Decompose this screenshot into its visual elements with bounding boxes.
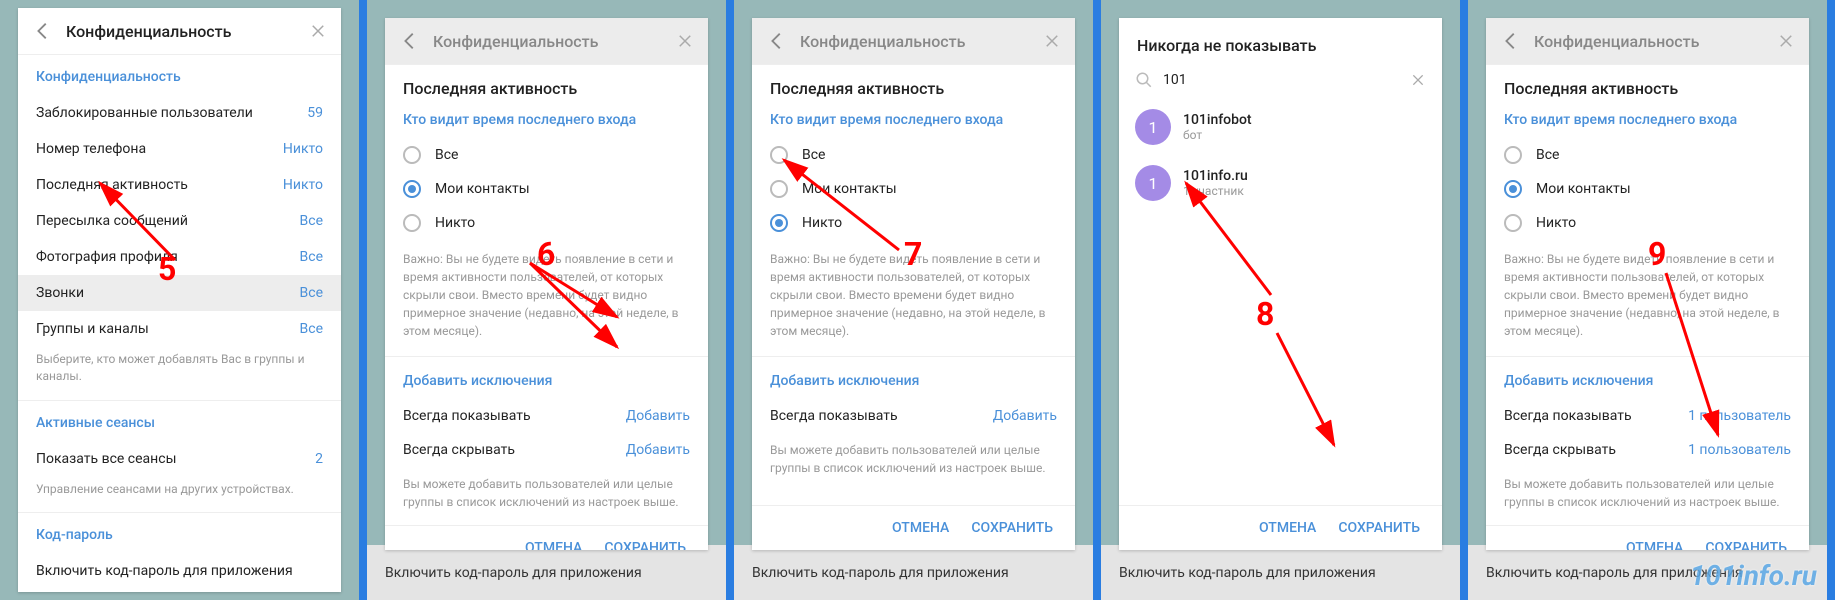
cancel-button[interactable]: ОТМЕНА	[1626, 540, 1683, 550]
close-icon[interactable]	[1777, 32, 1795, 50]
header-title: Конфиденциальность	[800, 32, 1043, 51]
search-row[interactable]: 101	[1119, 61, 1442, 99]
cancel-button[interactable]: ОТМЕНА	[1259, 520, 1316, 536]
row-always-hide[interactable]: Всегда скрыватьДобавить	[385, 433, 708, 467]
result-name: 101info.ru	[1183, 168, 1248, 184]
radio-contacts[interactable]: Мои контакты	[1486, 172, 1809, 206]
header-title: Конфиденциальность	[433, 32, 676, 51]
privacy-settings-panel: Конфиденциальность Конфиденциальность За…	[18, 8, 341, 592]
last-seen-panel: Конфиденциальность Последняя активность …	[1486, 18, 1809, 550]
search-result[interactable]: 1 101info.ru1 участник	[1119, 155, 1442, 211]
row-phone-number[interactable]: Номер телефонаНикто	[18, 131, 341, 167]
radio-nobody[interactable]: Никто	[385, 206, 708, 240]
privacy-note: Важно: Вы не будете видеть появление в с…	[752, 240, 1075, 357]
row-groups[interactable]: Группы и каналыВсе	[18, 311, 341, 347]
avatar: 1	[1135, 165, 1171, 201]
privacy-note: Важно: Вы не будете видеть появление в с…	[1486, 240, 1809, 357]
panel-header: Конфиденциальность	[385, 18, 708, 65]
row-last-seen[interactable]: Последняя активностьНикто	[18, 167, 341, 203]
exceptions-title: Добавить исключения	[385, 357, 708, 399]
avatar: 1	[1135, 109, 1171, 145]
section-privacy: Конфиденциальность	[18, 55, 341, 95]
back-icon[interactable]	[766, 30, 788, 52]
cancel-button[interactable]: ОТМЕНА	[892, 520, 949, 536]
radio-everybody[interactable]: Все	[1486, 138, 1809, 172]
result-sub: бот	[1183, 128, 1252, 142]
row-always-show[interactable]: Всегда показыватьДобавить	[752, 399, 1075, 433]
exceptions-note: Вы можете добавить пользователей или цел…	[752, 433, 1075, 491]
panel-header: Конфиденциальность	[1486, 18, 1809, 65]
row-blocked-users[interactable]: Заблокированные пользователи59	[18, 95, 341, 131]
exceptions-title: Добавить исключения	[752, 357, 1075, 399]
back-icon[interactable]	[1500, 30, 1522, 52]
sub-title: Последняя активность	[752, 65, 1075, 104]
radio-nobody[interactable]: Никто	[1486, 206, 1809, 240]
back-icon[interactable]	[32, 20, 54, 42]
row-enable-passcode[interactable]: Включить код-пароль для приложения	[18, 553, 341, 589]
search-input[interactable]: 101	[1163, 72, 1410, 88]
section-passcode: Код-пароль	[18, 513, 341, 553]
close-icon[interactable]	[309, 22, 327, 40]
privacy-note: Важно: Вы не будете видеть появление в с…	[385, 240, 708, 357]
hint-groups: Выберите, кто может добавлять Вас в груп…	[18, 347, 341, 401]
last-seen-panel: Конфиденциальность Последняя активность …	[752, 18, 1075, 550]
radio-nobody[interactable]: Никто	[752, 206, 1075, 240]
save-button[interactable]: СОХРАНИТЬ	[1338, 520, 1420, 536]
who-sees-label: Кто видит время последнего входа	[1486, 104, 1809, 138]
row-always-hide[interactable]: Всегда скрывать1 пользователь	[1486, 433, 1809, 467]
row-forwarding[interactable]: Пересылка сообщенийВсе	[18, 203, 341, 239]
clear-icon[interactable]	[1410, 72, 1426, 88]
who-sees-label: Кто видит время последнего входа	[752, 104, 1075, 138]
exceptions-note: Вы можете добавить пользователей или цел…	[385, 467, 708, 525]
radio-everybody[interactable]: Все	[385, 138, 708, 172]
row-profile-photo[interactable]: Фотография профиляВсе	[18, 239, 341, 275]
who-sees-label: Кто видит время последнего входа	[385, 104, 708, 138]
dialog-footer: ОТМЕНА СОХРАНИТЬ	[752, 505, 1075, 550]
exceptions-note: Вы можете добавить пользователей или цел…	[1486, 467, 1809, 525]
header-title: Конфиденциальность	[66, 22, 309, 41]
bg-passcode-row[interactable]: Включить код-пароль для приложения	[1101, 545, 1460, 600]
hint-sessions: Управление сеансами на других устройства…	[18, 477, 341, 513]
dialog-footer: ОТМЕНА СОХРАНИТЬ	[1486, 525, 1809, 550]
dialog-footer: ОТМЕНА СОХРАНИТЬ	[385, 525, 708, 550]
panel-header: Конфиденциальность	[18, 8, 341, 55]
bg-passcode-row[interactable]: Включить код-пароль для приложения	[734, 545, 1093, 600]
radio-everybody[interactable]: Все	[752, 138, 1075, 172]
search-result[interactable]: 1 101infobotбот	[1119, 99, 1442, 155]
panel-header: Конфиденциальность	[752, 18, 1075, 65]
header-title: Конфиденциальность	[1534, 32, 1777, 51]
search-icon	[1135, 71, 1153, 89]
sub-title: Последняя активность	[1486, 65, 1809, 104]
cancel-button[interactable]: ОТМЕНА	[525, 540, 582, 550]
exceptions-title: Добавить исключения	[1486, 357, 1809, 399]
close-icon[interactable]	[1043, 32, 1061, 50]
result-name: 101infobot	[1183, 112, 1252, 128]
back-icon[interactable]	[399, 30, 421, 52]
row-always-show[interactable]: Всегда показыватьДобавить	[385, 399, 708, 433]
bg-passcode-row[interactable]: Включить код-пароль для приложения	[367, 545, 726, 600]
row-all-sessions[interactable]: Показать все сеансы2	[18, 441, 341, 477]
result-sub: 1 участник	[1183, 184, 1248, 198]
radio-contacts[interactable]: Мои контакты	[385, 172, 708, 206]
bg-passcode-row[interactable]: Включить код-пароль для приложения	[1468, 545, 1827, 600]
row-always-show[interactable]: Всегда показывать1 пользователь	[1486, 399, 1809, 433]
last-seen-panel: Конфиденциальность Последняя активность …	[385, 18, 708, 550]
radio-contacts[interactable]: Мои контакты	[752, 172, 1075, 206]
never-show-panel: Никогда не показывать 101 1 101infobotбо…	[1119, 18, 1442, 550]
save-button[interactable]: СОХРАНИТЬ	[971, 520, 1053, 536]
never-show-title: Никогда не показывать	[1119, 18, 1442, 61]
section-sessions: Активные сеансы	[18, 401, 341, 441]
save-button[interactable]: СОХРАНИТЬ	[604, 540, 686, 550]
dialog-footer: ОТМЕНА СОХРАНИТЬ	[1119, 505, 1442, 550]
close-icon[interactable]	[676, 32, 694, 50]
save-button[interactable]: СОХРАНИТЬ	[1705, 540, 1787, 550]
sub-title: Последняя активность	[385, 65, 708, 104]
row-calls[interactable]: ЗвонкиВсе	[18, 275, 341, 311]
